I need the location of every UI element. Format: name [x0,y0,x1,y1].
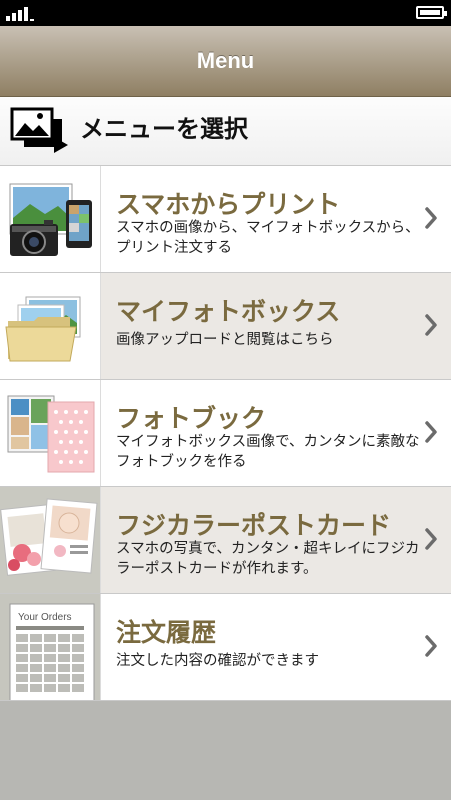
menu-item-photobook[interactable]: フォトブック マイフォトボックス画像で、カンタンに素敵なフォトブックを作る [0,380,451,487]
print-thumbnail [0,166,101,272]
menu-item-print[interactable]: スマホからプリント スマホの画像から、マイフォトボックスから、プリント注文する [0,166,451,273]
section-title: メニューを選択 [80,115,248,143]
menu-item-description: 画像アップロードと閲覧はこちら [116,332,334,348]
chevron-right-icon [425,635,437,657]
menu-list: スマホからプリント スマホの画像から、マイフォトボックスから、プリント注文する … [0,166,451,701]
orders-thumb-text: Your Orders [18,612,72,623]
menu-item-title: 注文履歴 [116,618,217,647]
nav-bar: Menu [0,26,451,97]
status-bar [0,0,451,26]
menu-item-title: マイフォトボックス [116,297,341,326]
menu-item-order-history[interactable]: Your Orders 注文履歴 注文した内容の確認ができます [0,594,451,701]
menu-item-description: スマホの画像から、マイフォトボックスから、プリント注文する [116,220,420,256]
chevron-right-icon [425,421,437,443]
menu-item-my-photobox[interactable]: マイフォトボックス 画像アップロードと閲覧はこちら [0,273,451,380]
battery-icon [416,6,447,19]
order-history-thumbnail: Your Orders [0,594,101,700]
photobook-thumbnail [0,380,101,486]
menu-item-postcard[interactable]: フジカラーポストカード スマホの写真で、カンタン・超キレイにフジカラーポストカー… [0,487,451,594]
menu-item-description: 注文した内容の確認ができます [116,653,319,669]
menu-item-title: フジカラーポストカード [116,511,392,540]
menu-item-description: マイフォトボックス画像で、カンタンに素敵なフォトブックを作る [116,434,420,470]
section-header: メニューを選択 [0,97,451,166]
menu-item-description: スマホの写真で、カンタン・超キレイにフジカラーポストカードが作れます。 [116,541,420,577]
photo-gallery-icon [10,107,68,153]
menu-item-title: スマホからプリント [116,190,341,219]
menu-item-title: フォトブック [116,404,267,433]
page-title: Menu [196,48,255,73]
chevron-right-icon [425,528,437,550]
photobox-thumbnail [0,273,101,379]
chevron-right-icon [425,207,437,229]
chevron-right-icon [425,314,437,336]
postcard-thumbnail [0,487,101,593]
